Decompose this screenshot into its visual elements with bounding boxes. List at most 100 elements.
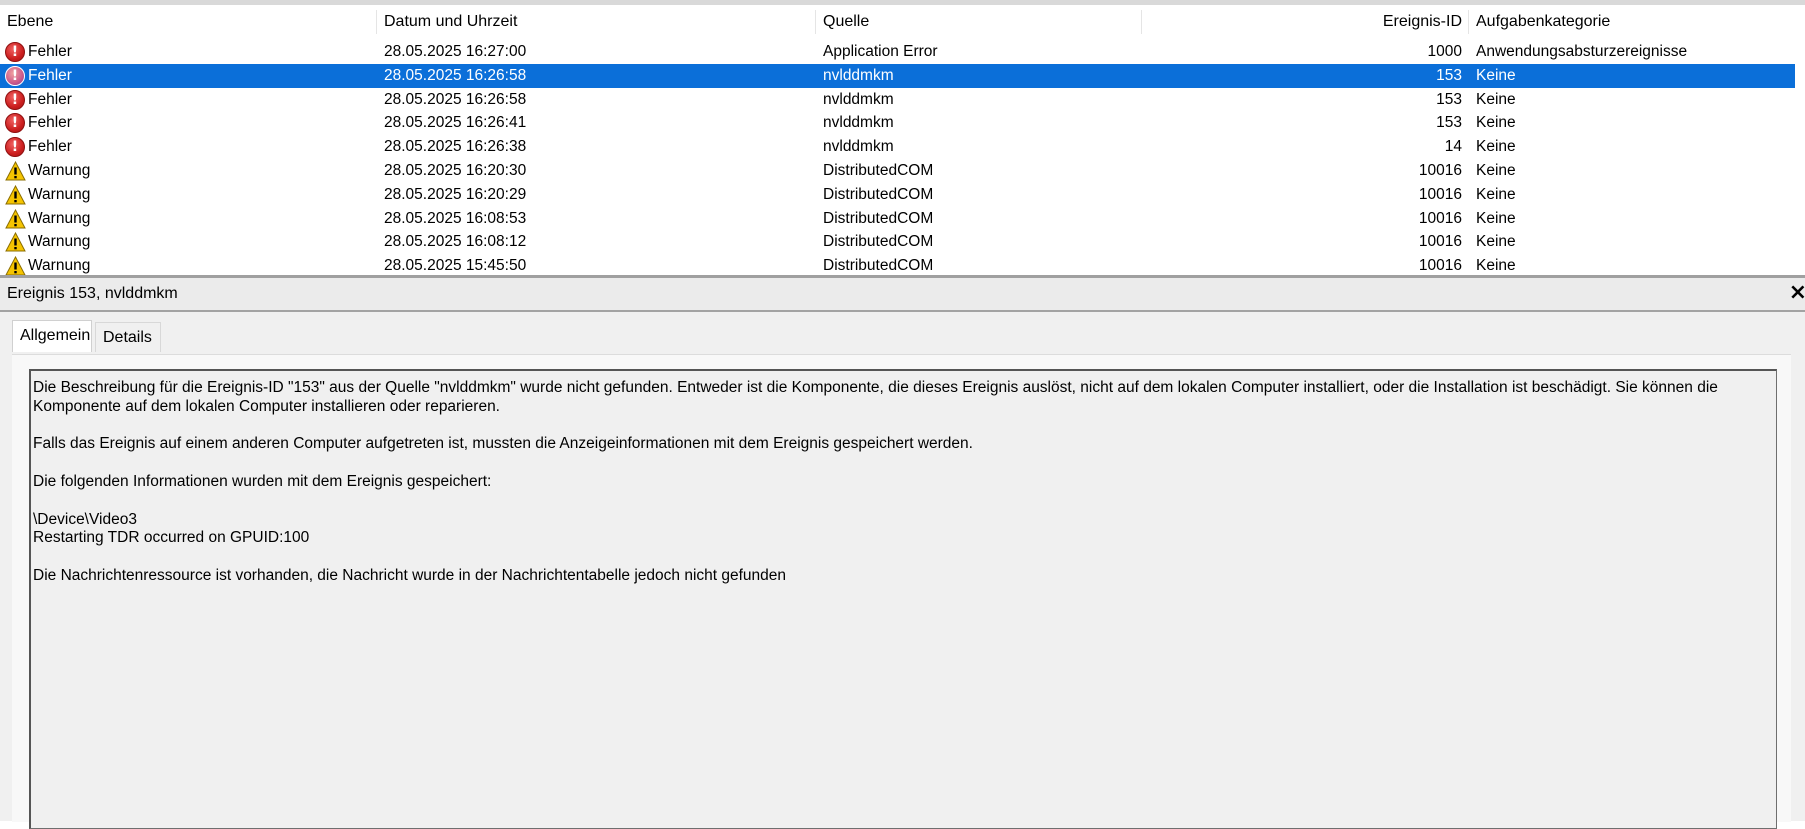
tab-allgemein[interactable]: Allgemein [12,320,92,352]
table-row[interactable]: Warnung 28.05.2025 16:20:30 DistributedCOM… [0,159,1795,183]
source-cell: DistributedCOM [823,185,934,203]
source-cell: nvlddmkm [823,66,894,84]
source-cell: nvlddmkm [823,138,894,156]
close-icon[interactable]: × [1789,280,1805,306]
error-icon: ! [5,137,25,158]
datetime-cell: 28.05.2025 16:26:58 [384,66,527,84]
event-id-cell: 14 [1444,138,1462,156]
description-blank-line [33,492,1770,511]
column-header-event-id[interactable]: Ereignis-ID [1340,8,1462,36]
warning-icon [5,256,26,275]
event-id-cell: 10016 [1418,161,1462,179]
error-icon: ! [5,65,25,86]
source-cell: DistributedCOM [823,161,934,179]
description-line: Falls das Ereignis auf einem anderen Com… [33,435,973,453]
event-list-header: Ebene Datum und Uhrzeit Quelle Ereignis-… [0,8,1805,36]
category-cell: Keine [1476,257,1516,275]
datetime-cell: 28.05.2025 16:20:30 [384,161,527,179]
datetime-cell: 28.05.2025 16:20:29 [384,185,527,203]
error-icon: ! [5,42,25,62]
column-header-category[interactable]: Aufgabenkategorie [1476,8,1610,36]
column-header-level[interactable]: Ebene [7,8,53,36]
description-blank-line [33,548,1770,567]
description-line: \Device\Video3 [33,510,137,528]
table-row[interactable]: ! Fehler 28.05.2025 16:27:00 Application Er… [0,40,1795,64]
source-cell: DistributedCOM [823,209,934,227]
event-details-pane: Ereignis 153, nvlddmkm × Allgemein Detai… [0,278,1805,829]
details-title: Ereignis 153, nvlddmkm [7,285,178,302]
table-row[interactable]: ! Fehler 28.05.2025 16:26:41 nvlddmkm 153 Kei… [0,111,1795,135]
event-rows: ! Fehler 28.05.2025 16:27:00 Application Er… [0,40,1805,275]
table-row[interactable]: Warnung 28.05.2025 16:08:53 DistributedCOM… [0,207,1795,231]
level-cell: Fehler [28,90,72,108]
category-cell: Keine [1476,90,1516,108]
event-id-cell: 10016 [1418,185,1462,203]
datetime-cell: 28.05.2025 16:26:58 [384,90,527,108]
warning-icon [5,160,26,181]
tab-details[interactable]: Details [95,322,161,352]
table-row[interactable]: ! Fehler 28.05.2025 16:26:58 nvlddmkm 153 Kei… [0,88,1795,112]
event-list[interactable]: Ebene Datum und Uhrzeit Quelle Ereignis-… [0,5,1805,275]
category-cell: Keine [1476,209,1516,227]
event-id-cell: 10016 [1418,233,1462,251]
description-blank-line [33,454,1770,473]
datetime-cell: 28.05.2025 16:26:41 [384,114,527,132]
error-icon: ! [5,89,25,110]
error-icon: ! [5,113,25,134]
description-blank-line [33,417,1770,436]
category-cell: Keine [1476,114,1516,132]
datetime-cell: 28.05.2025 16:26:38 [384,138,527,156]
event-id-cell: 10016 [1418,209,1462,227]
event-id-cell: 10016 [1418,257,1462,275]
table-row[interactable]: Warnung 28.05.2025 16:20:29 DistributedCOM… [0,183,1795,207]
description-line: Die Beschreibung für die Ereignis-ID "15… [33,379,1718,415]
column-header-datetime[interactable]: Datum und Uhrzeit [384,8,517,36]
level-cell: Fehler [28,66,72,84]
category-cell: Keine [1476,161,1516,179]
column-header-source[interactable]: Quelle [823,8,869,36]
level-cell: Fehler [28,43,72,60]
category-cell: Keine [1476,233,1516,251]
datetime-cell: 28.05.2025 16:27:00 [384,43,527,60]
level-cell: Warnung [28,161,91,179]
table-row[interactable]: ! Fehler 28.05.2025 16:26:58 nvlddmkm 153 Kei… [0,63,1795,88]
column-separator[interactable] [376,10,377,34]
category-cell: Keine [1476,138,1516,156]
event-description-text[interactable]: Die Beschreibung für die Ereignis-ID "15… [29,369,1777,829]
source-cell: nvlddmkm [823,90,894,108]
level-cell: Warnung [28,185,91,203]
event-id-cell: 153 [1436,66,1462,84]
datetime-cell: 28.05.2025 16:08:12 [384,233,527,251]
level-cell: Warnung [28,257,91,275]
event-id-cell: 1000 [1427,43,1462,60]
warning-icon [5,208,26,229]
description-line: Restarting TDR occurred on GPUID:100 [33,529,310,547]
level-cell: Warnung [28,233,91,251]
details-titlebar: Ereignis 153, nvlddmkm × [0,278,1805,312]
column-separator[interactable] [1468,10,1469,34]
column-separator[interactable] [1141,10,1142,34]
level-cell: Fehler [28,138,72,156]
table-row[interactable]: Warnung 28.05.2025 15:45:50 DistributedCOM… [0,254,1795,275]
source-cell: DistributedCOM [823,233,934,251]
datetime-cell: 28.05.2025 15:45:50 [384,257,527,275]
level-cell: Fehler [28,114,72,132]
column-separator[interactable] [815,10,816,34]
warning-icon [5,184,26,205]
category-cell: Anwendungsabsturzereignisse [1476,43,1688,60]
description-line: Die folgenden Informationen wurden mit d… [33,472,492,490]
event-id-cell: 153 [1436,114,1462,132]
table-row[interactable]: ! Fehler 28.05.2025 16:26:38 nvlddmkm 14 Kein… [0,135,1795,159]
warning-icon [5,232,26,252]
level-cell: Warnung [28,209,91,227]
table-row[interactable]: Warnung 28.05.2025 16:08:12 DistributedCOM… [0,230,1795,254]
category-cell: Keine [1476,185,1516,203]
event-id-cell: 153 [1436,90,1462,108]
source-cell: Application Error [823,43,938,60]
source-cell: DistributedCOM [823,257,934,275]
datetime-cell: 28.05.2025 16:08:53 [384,209,527,227]
source-cell: nvlddmkm [823,114,894,132]
tab-body-allgemein: Die Beschreibung für die Ereignis-ID "15… [12,354,1791,829]
description-line: Die Nachrichtenressource ist vorhanden, … [33,566,787,584]
category-cell: Keine [1476,66,1516,84]
